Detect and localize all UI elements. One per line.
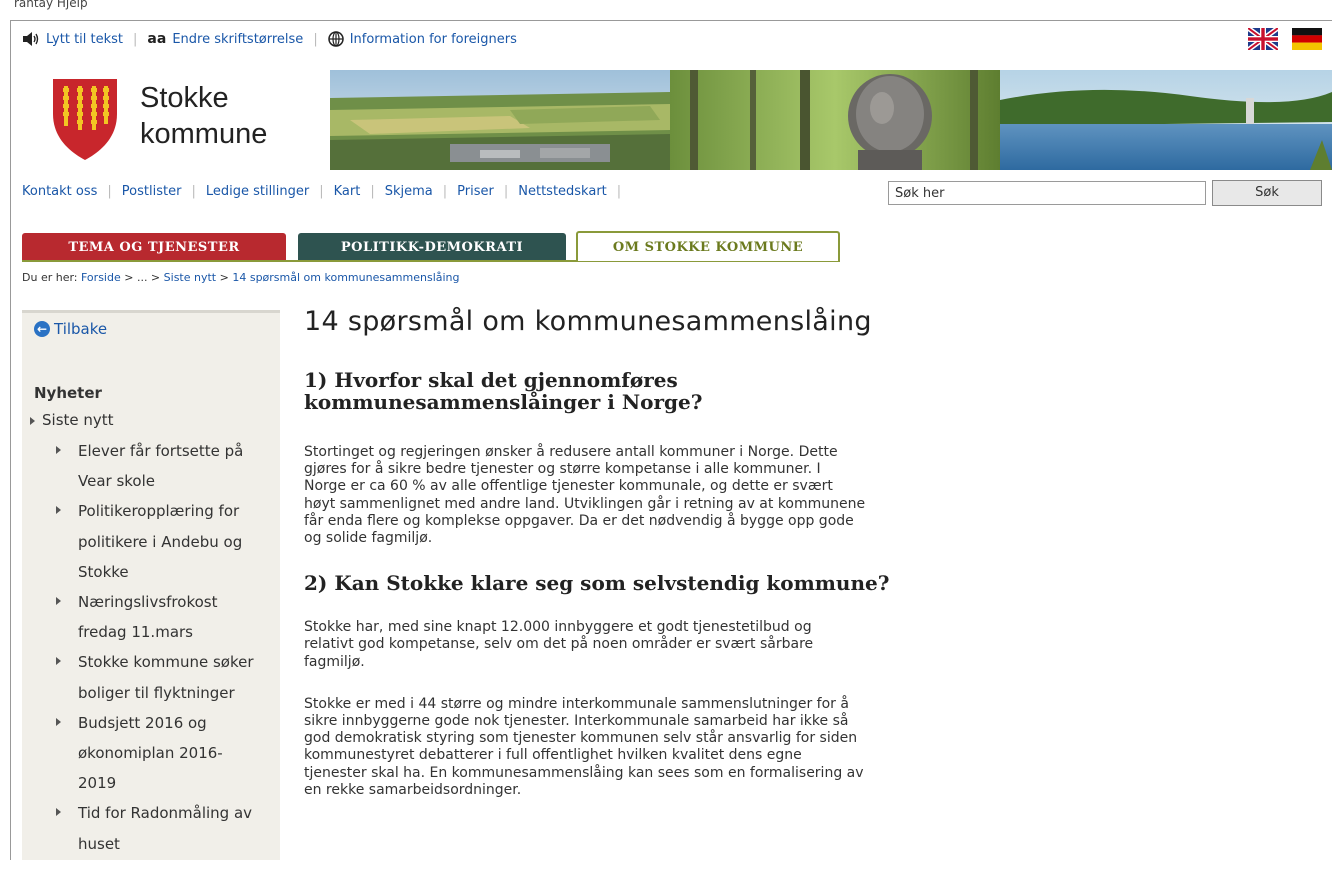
question-1-paragraph: Stortinget og regjeringen ønsker å redus… [304, 444, 866, 547]
triangle-right-icon [56, 717, 61, 726]
separator: | [616, 184, 622, 199]
information-for-foreigners-link[interactable]: Information for foreigners [327, 31, 517, 47]
triangle-right-icon [56, 446, 61, 454]
back-link[interactable]: ← Tilbake [34, 320, 107, 338]
sidebar-item-budsjett[interactable]: Budsjett 2016 og økonomiplan 2016- 2019 [56, 708, 280, 799]
top-divider [10, 20, 1332, 21]
separator: | [442, 184, 448, 199]
font-size-icon: aa [147, 31, 167, 47]
nav-priser[interactable]: Priser [457, 184, 494, 199]
logo-line-1: Stokke [140, 82, 229, 114]
breadcrumb: Du er her: Forside > ... > Siste nytt > … [22, 271, 460, 284]
change-font-size-link[interactable]: aa Endre skriftstørrelse [147, 31, 303, 47]
nav-kontakt-oss[interactable]: Kontakt oss [22, 184, 97, 199]
sidebar-item-elever[interactable]: Elever får fortsette på Vear skole [56, 436, 280, 496]
breadcrumb-ellipsis: > ... > [124, 271, 161, 284]
sidebar-item-radonmaling[interactable]: Tid for Radonmåling av huset [56, 798, 280, 858]
search-button[interactable]: Søk [1212, 180, 1322, 206]
breadcrumb-current[interactable]: 14 spørsmål om kommunesammenslåing [232, 271, 459, 284]
separator: | [191, 184, 196, 199]
question-2-paragraph-1: Stokke har, med sine knapt 12.000 innbyg… [304, 619, 814, 670]
site-logo[interactable]: Stokke kommune [50, 76, 267, 162]
logo-text: Stokke kommune [140, 80, 267, 162]
page-title: 14 spørsmål om kommunesammenslåing [304, 306, 872, 337]
sidebar-item-siste-nytt[interactable]: Siste nytt [30, 411, 114, 429]
browser-menu-fragment: rantay Hjelp [14, 0, 88, 10]
utility-bar: Lytt til tekst | aa Endre skriftstørrels… [22, 29, 517, 49]
sidebar: ← Tilbake Nyheter Siste nytt Elever får … [22, 310, 280, 860]
triangle-right-icon [56, 808, 61, 817]
arrow-left-circle-icon: ← [34, 321, 50, 337]
listen-to-text-link[interactable]: Lytt til tekst [22, 32, 123, 47]
sidebar-heading: Nyheter [34, 384, 102, 402]
triangle-right-icon [56, 506, 61, 515]
separator: | [107, 184, 112, 199]
breadcrumb-separator: > [219, 271, 229, 284]
nav-ledige-stillinger[interactable]: Ledige stillinger [206, 184, 309, 199]
nav-kart[interactable]: Kart [334, 184, 361, 199]
listen-to-text-label: Lytt til tekst [46, 31, 124, 47]
tab-tema-og-tjenester[interactable]: TEMA OG TJENESTER [22, 233, 286, 261]
triangle-right-icon [56, 657, 61, 666]
globe-icon [327, 31, 344, 47]
font-size-label: Endre skriftstørrelse [172, 31, 304, 47]
separator: | [319, 184, 324, 199]
german-flag-icon[interactable] [1292, 28, 1322, 50]
question-1-heading: 1) Hvorfor skal det gjennomføres kommune… [304, 368, 703, 414]
left-divider [10, 20, 11, 860]
sidebar-item-naeringslivsfrokost[interactable]: Næringslivsfrokost fredag 11.mars [56, 587, 280, 647]
nav-postlister[interactable]: Postlister [122, 184, 182, 199]
question-2-paragraph-2: Stokke er med i 44 større og mindre inte… [304, 695, 864, 798]
nav-nettstedskart[interactable]: Nettstedskart [518, 184, 607, 199]
separator: | [503, 184, 509, 199]
sidebar-item-politikeropplaering[interactable]: Politikeropplæring for politikere i Ande… [56, 496, 280, 587]
triangle-right-icon [56, 597, 61, 606]
article-content: 14 spørsmål om kommunesammenslåing 1) Hv… [304, 305, 1004, 799]
triangle-right-icon [30, 417, 35, 425]
sidebar-item-boliger[interactable]: Stokke kommune søker boliger til flyktni… [56, 647, 280, 707]
sidebar-top-border [22, 310, 280, 313]
breadcrumb-siste-nytt[interactable]: Siste nytt [164, 271, 216, 284]
main-navigation: Kontakt oss | Postlister | Ledige stilli… [22, 184, 631, 199]
search-input[interactable] [888, 181, 1206, 205]
tab-politikk-demokrati[interactable]: POLITIKK-DEMOKRATI [298, 233, 566, 261]
coat-of-arms-icon [53, 79, 117, 160]
separator: | [313, 31, 318, 47]
logo-line-2: kommune [140, 118, 268, 150]
header-banner-image [330, 70, 1332, 170]
separator: | [370, 184, 375, 199]
information-for-foreigners-label: Information for foreigners [349, 31, 517, 47]
tab-om-stokke-kommune[interactable]: OM STOKKE KOMMUNE [576, 231, 840, 261]
back-label: Tilbake [54, 320, 108, 338]
speaker-icon [23, 32, 39, 46]
nav-skjema[interactable]: Skjema [385, 184, 433, 199]
language-flags [1248, 28, 1322, 50]
sidebar-sub-list: Elever får fortsette på Vear skole Polit… [56, 436, 280, 859]
uk-flag-icon[interactable] [1248, 28, 1278, 50]
breadcrumb-forside[interactable]: Forside [81, 271, 121, 284]
question-2-heading: 2) Kan Stokke klare seg som selvstendig … [304, 571, 890, 596]
breadcrumb-prefix: Du er her: [22, 271, 78, 284]
separator: | [133, 31, 138, 47]
